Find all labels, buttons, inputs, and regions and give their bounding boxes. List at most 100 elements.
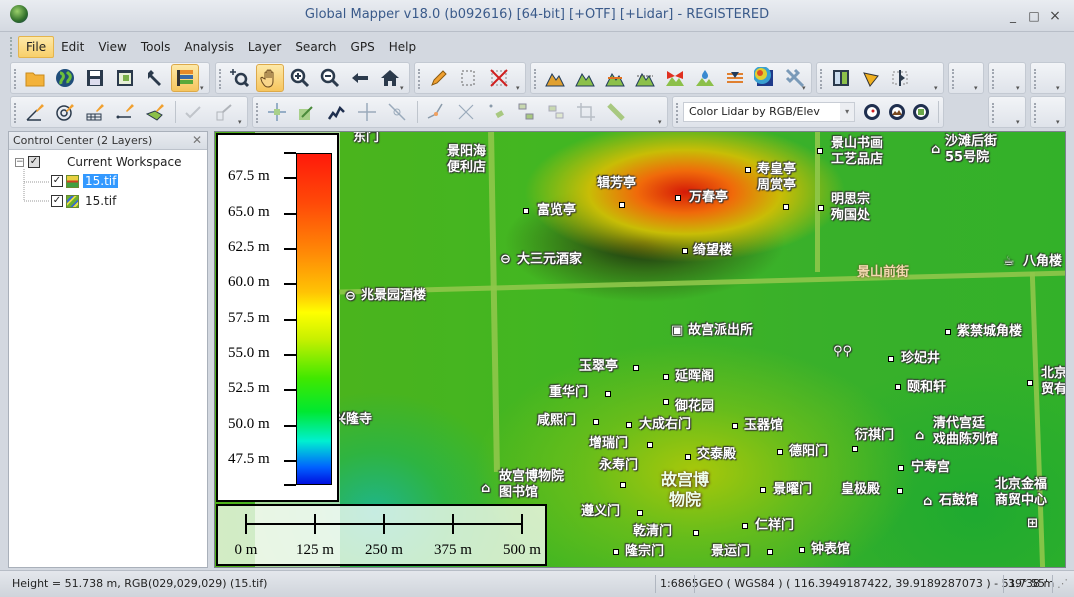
config-button[interactable]: [111, 64, 139, 92]
toolbar-options[interactable]: ▾: [1016, 84, 1024, 92]
poi-marker[interactable]: [732, 423, 738, 429]
poi-marker[interactable]: [760, 487, 766, 493]
delete-button[interactable]: [485, 64, 513, 92]
poi-marker[interactable]: [685, 454, 691, 460]
layer-name[interactable]: 15.tif: [83, 174, 119, 188]
online-data-button[interactable]: [51, 64, 79, 92]
toolbar-options[interactable]: ▾: [238, 118, 246, 126]
select-button[interactable]: [455, 64, 483, 92]
poi-marker[interactable]: [593, 419, 599, 425]
combine-button[interactable]: [512, 98, 540, 126]
settings-button[interactable]: [141, 64, 169, 92]
create-angle-button[interactable]: [21, 98, 49, 126]
split-line-button[interactable]: [452, 98, 480, 126]
toolbar-options[interactable]: ▾: [1056, 118, 1064, 126]
duplicate-button[interactable]: [542, 98, 570, 126]
snap-button[interactable]: [482, 98, 510, 126]
collapse-icon[interactable]: −: [15, 157, 24, 167]
poi-marker[interactable]: [945, 329, 951, 335]
poi-marker[interactable]: [742, 523, 748, 529]
poi-marker[interactable]: [633, 365, 639, 371]
poi-marker[interactable]: [682, 248, 688, 254]
toolbar-options[interactable]: ▾: [974, 84, 982, 92]
3d-view-button[interactable]: [571, 64, 599, 92]
poi-marker[interactable]: [888, 356, 894, 362]
toolbar-options[interactable]: ▾: [658, 118, 666, 126]
measure-button[interactable]: [887, 64, 915, 92]
poi-marker[interactable]: [898, 465, 904, 471]
zoom-out-button[interactable]: [316, 64, 344, 92]
back-button[interactable]: [346, 64, 374, 92]
lidar-display-mode-select[interactable]: Color Lidar by RGB/Elev ▾: [683, 102, 856, 122]
control-center-button[interactable]: [171, 64, 199, 92]
poi-marker[interactable]: [619, 202, 625, 208]
poi-marker[interactable]: [663, 374, 669, 380]
view-shed-button[interactable]: [721, 64, 749, 92]
menu-search[interactable]: Search: [288, 37, 343, 57]
create-line-button[interactable]: [111, 98, 139, 126]
contour-button[interactable]: [751, 64, 779, 92]
watershed-button[interactable]: [601, 64, 629, 92]
create-area-button[interactable]: [141, 98, 169, 126]
toolbar-options[interactable]: ▾: [934, 84, 942, 92]
menu-help[interactable]: Help: [382, 37, 423, 57]
poi-marker[interactable]: [897, 488, 903, 494]
insert-vertex-button[interactable]: [383, 98, 411, 126]
create-radius-button[interactable]: [51, 98, 79, 126]
rotate-scale-button[interactable]: [293, 98, 321, 126]
lidar-terrain-button[interactable]: [886, 98, 908, 126]
poi-marker[interactable]: [626, 422, 632, 428]
move-feature-button[interactable]: [263, 98, 291, 126]
poi-marker[interactable]: [818, 205, 824, 211]
poi-marker[interactable]: [637, 510, 643, 516]
close-panel-icon[interactable]: ✕: [192, 132, 202, 149]
toolbar-options[interactable]: ▾: [802, 84, 810, 92]
crop-button[interactable]: [572, 98, 600, 126]
lidar-building-button[interactable]: [910, 98, 932, 126]
open-folder-button[interactable]: [21, 64, 49, 92]
workspace-checkbox[interactable]: ✓: [28, 156, 40, 168]
poi-marker[interactable]: [647, 442, 653, 448]
toolbar-options[interactable]: ▾: [200, 84, 208, 92]
poi-marker[interactable]: [523, 208, 529, 214]
check-button[interactable]: [180, 98, 208, 126]
toolbar-options[interactable]: ▾: [400, 84, 408, 92]
point-edit-button[interactable]: [210, 98, 238, 126]
menu-edit[interactable]: Edit: [54, 37, 91, 57]
move-vertex-button[interactable]: [353, 98, 381, 126]
poi-marker[interactable]: [1027, 380, 1033, 386]
split-view-button[interactable]: [827, 64, 855, 92]
poi-marker[interactable]: [895, 384, 901, 390]
poi-marker[interactable]: [767, 549, 773, 555]
water-drop-button[interactable]: [691, 64, 719, 92]
menu-file[interactable]: File: [18, 36, 55, 58]
zoom-in-button[interactable]: [286, 64, 314, 92]
poi-marker[interactable]: [799, 547, 805, 553]
poi-marker[interactable]: [777, 449, 783, 455]
poi-marker[interactable]: [852, 446, 858, 452]
layer-row[interactable]: ✓ 15.tif: [51, 192, 118, 210]
elevation-profile-button[interactable]: [541, 64, 569, 92]
minimize-button[interactable]: _: [1005, 9, 1021, 23]
digitizer-button[interactable]: [425, 64, 453, 92]
close-button[interactable]: ×: [1047, 9, 1063, 23]
menu-view[interactable]: View: [91, 37, 133, 57]
menu-gps[interactable]: GPS: [344, 37, 382, 57]
poi-marker[interactable]: [817, 148, 823, 154]
save-button[interactable]: [81, 64, 109, 92]
menu-layer[interactable]: Layer: [241, 37, 288, 57]
pan-button[interactable]: [256, 64, 284, 92]
resize-grip-icon[interactable]: ⋰: [1052, 575, 1072, 593]
path-profile-button[interactable]: [857, 64, 885, 92]
poi-marker[interactable]: [745, 167, 751, 173]
layer-row[interactable]: ✓ 15.tif: [51, 172, 119, 190]
poi-marker[interactable]: [693, 530, 699, 536]
menu-grip[interactable]: [10, 37, 14, 57]
reshape-button[interactable]: [323, 98, 351, 126]
volume-button[interactable]: [631, 64, 659, 92]
menu-tools[interactable]: Tools: [134, 37, 178, 57]
lidar-classify-button[interactable]: [861, 98, 883, 126]
poi-marker[interactable]: [613, 549, 619, 555]
poi-marker[interactable]: [620, 482, 626, 488]
menu-analysis[interactable]: Analysis: [177, 37, 240, 57]
